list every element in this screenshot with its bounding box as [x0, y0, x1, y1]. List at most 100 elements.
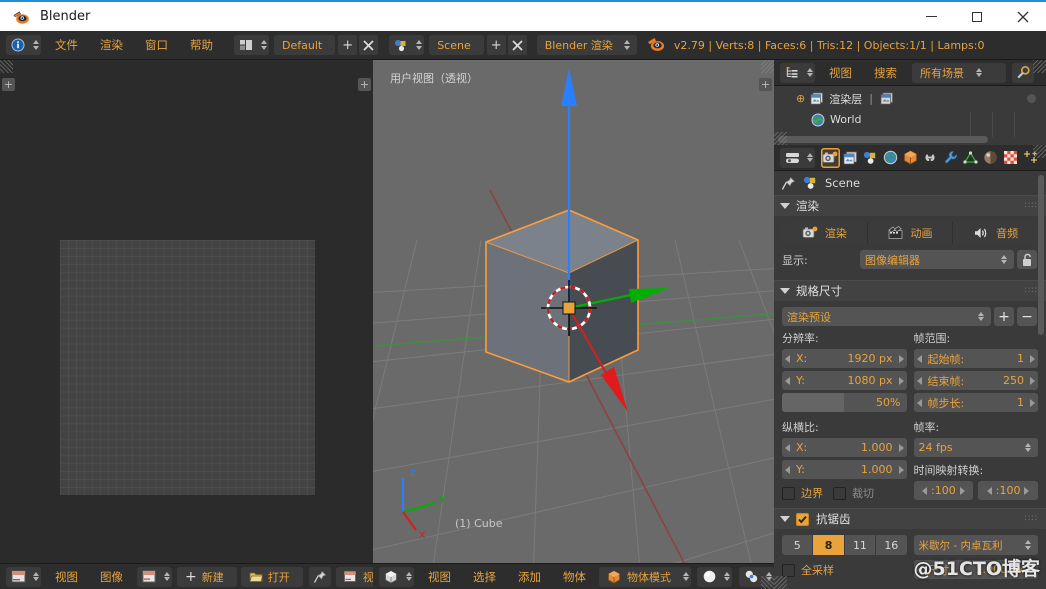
outliner-horizontal-scrollbar[interactable]: [778, 136, 988, 143]
antialiasing-panel-header[interactable]: 抗锯齿 ∷∷: [774, 508, 1046, 529]
scene-data-icon[interactable]: [390, 35, 413, 55]
render-engine-spinner[interactable]: [622, 40, 633, 50]
fullsample-checkbox[interactable]: 全采样: [782, 562, 907, 578]
render-still-button[interactable]: 渲染: [782, 222, 868, 244]
viewport-menu-object[interactable]: 物体: [552, 566, 597, 588]
properties-editor-spinner[interactable]: [804, 152, 815, 163]
pin-icon[interactable]: [308, 566, 331, 587]
remove-scene-button[interactable]: [507, 35, 527, 55]
tab-modifiers[interactable]: [941, 148, 960, 168]
display-mode-spinner[interactable]: [973, 67, 984, 78]
remove-preset-button[interactable]: −: [1017, 307, 1037, 326]
remove-screen-button[interactable]: [359, 35, 379, 55]
screen-layout-icon[interactable]: [235, 35, 257, 55]
properties-editor-icon[interactable]: [781, 147, 803, 168]
menu-help[interactable]: 帮助: [179, 34, 224, 56]
image-menu-image[interactable]: 图像: [89, 566, 134, 588]
frame-start-field[interactable]: 起始帧: 1: [913, 349, 1038, 368]
render-audio-button[interactable]: 音频: [953, 222, 1038, 244]
lock-open-icon[interactable]: [1017, 250, 1037, 269]
editor-type-selector-info[interactable]: [6, 35, 41, 55]
editor-type-selector-properties[interactable]: [780, 147, 815, 168]
tab-render[interactable]: [820, 147, 840, 168]
pivot-spinner[interactable]: [763, 571, 774, 582]
tab-render-layers[interactable]: [841, 148, 860, 168]
aa-filter-spinner[interactable]: [1022, 540, 1033, 550]
image-editor-canvas[interactable]: + +: [0, 60, 373, 563]
aspect-x-field[interactable]: X: 1.000: [782, 438, 907, 457]
outliner-row-world[interactable]: World: [774, 109, 1046, 130]
toolshelf-toggle-right[interactable]: +: [358, 78, 371, 91]
aa-filter-select[interactable]: 米歇尔 - 内卓瓦利: [913, 535, 1038, 555]
render-preset-select[interactable]: 渲染预设: [782, 307, 991, 326]
screen-layout-spinner[interactable]: [258, 40, 269, 50]
search-icon[interactable]: [1012, 62, 1034, 83]
aa-filter-size-field[interactable]: 尺寸: 1.000 px: [913, 560, 1038, 579]
frame-end-field[interactable]: 结束帧: 250: [913, 371, 1038, 390]
framerate-spinner[interactable]: [1022, 442, 1033, 453]
border-checkbox[interactable]: 边界: [782, 485, 823, 501]
tab-world[interactable]: [881, 148, 900, 168]
image-view-menu[interactable]: 视图: [335, 566, 373, 587]
framerate-select[interactable]: 24 fps: [913, 438, 1038, 457]
outliner-editor-icon[interactable]: [781, 62, 803, 83]
antialiasing-checkbox[interactable]: [796, 512, 809, 526]
resolution-x-field[interactable]: X: 1920 px: [782, 349, 907, 368]
editor-type-selector-outliner[interactable]: [780, 62, 815, 83]
tab-object[interactable]: [901, 148, 920, 168]
scene-browse[interactable]: [389, 35, 425, 55]
outliner-editor-spinner[interactable]: [804, 67, 815, 78]
aa-sample-5[interactable]: 5: [782, 535, 814, 555]
outliner-row-renderlayer[interactable]: ⊕ 渲染层 |: [774, 88, 1046, 109]
render-engine-select[interactable]: Blender 渲染: [536, 35, 637, 55]
shading-spinner[interactable]: [721, 571, 732, 582]
new-image-button[interactable]: + 新建: [177, 566, 237, 587]
dimensions-panel-header[interactable]: 规格尺寸 ∷∷: [774, 280, 1046, 301]
menu-file[interactable]: 文件: [44, 34, 89, 56]
editor-type-spinner[interactable]: [30, 571, 41, 582]
viewport-menu-view[interactable]: 视图: [417, 566, 462, 588]
screen-layout-name[interactable]: Default: [274, 35, 336, 55]
render-preset-spinner[interactable]: [975, 311, 986, 322]
toolshelf-toggle-left[interactable]: +: [2, 78, 15, 91]
editor-type-spinner[interactable]: [30, 40, 41, 50]
info-editor-icon[interactable]: [7, 35, 29, 55]
display-mode-select[interactable]: 图像编辑器: [860, 250, 1014, 269]
viewport-properties-toggle[interactable]: +: [759, 78, 772, 91]
add-scene-button[interactable]: +: [486, 35, 506, 55]
tab-constraints[interactable]: [921, 148, 940, 168]
image-browse-button[interactable]: [137, 566, 172, 587]
render-panel-header[interactable]: 渲染 ∷∷: [774, 195, 1046, 216]
area-corner-handle[interactable]: [1033, 60, 1046, 73]
scene-spinner[interactable]: [413, 40, 424, 50]
crop-checkbox[interactable]: 裁切: [833, 485, 874, 501]
minimize-button[interactable]: [908, 2, 954, 31]
timemap-old-field[interactable]: :100: [913, 481, 974, 500]
timemap-new-field[interactable]: :100: [978, 481, 1038, 500]
aa-sample-16[interactable]: 16: [876, 535, 906, 555]
resolution-y-field[interactable]: Y: 1080 px: [782, 371, 907, 390]
properties-body[interactable]: Scene 渲染 ∷∷ 渲染 动画 音频 显示: 图像编辑器 规格尺寸 ∷∷ 渲…: [774, 171, 1046, 589]
viewport-menu-add[interactable]: 添加: [507, 566, 552, 588]
editor-type-selector-image[interactable]: [6, 566, 41, 587]
interaction-mode-select[interactable]: 物体模式: [599, 566, 691, 587]
pivot-point-icon[interactable]: [740, 566, 762, 587]
tab-particles[interactable]: [1021, 148, 1040, 168]
close-button[interactable]: [1000, 2, 1046, 31]
tab-scene[interactable]: [861, 148, 880, 168]
open-image-button[interactable]: 打开: [240, 566, 303, 587]
editor-type-selector-view3d[interactable]: [379, 566, 414, 587]
add-preset-button[interactable]: +: [994, 307, 1014, 326]
pin-icon[interactable]: [781, 176, 796, 191]
tab-data[interactable]: [961, 148, 980, 168]
menu-window[interactable]: 窗口: [134, 34, 179, 56]
maximize-button[interactable]: [954, 2, 1000, 31]
expand-toggle-icon[interactable]: ⊕: [796, 92, 805, 105]
image-data-icon[interactable]: [138, 566, 160, 587]
scene-name[interactable]: Scene: [429, 35, 484, 55]
frame-step-field[interactable]: 帧步长: 1: [913, 393, 1038, 412]
tab-material[interactable]: [981, 148, 1000, 168]
tab-texture[interactable]: [1001, 148, 1020, 168]
view3d-editor-icon[interactable]: [380, 566, 402, 587]
outliner-body[interactable]: ⊕ 渲染层 | World: [774, 86, 1046, 145]
